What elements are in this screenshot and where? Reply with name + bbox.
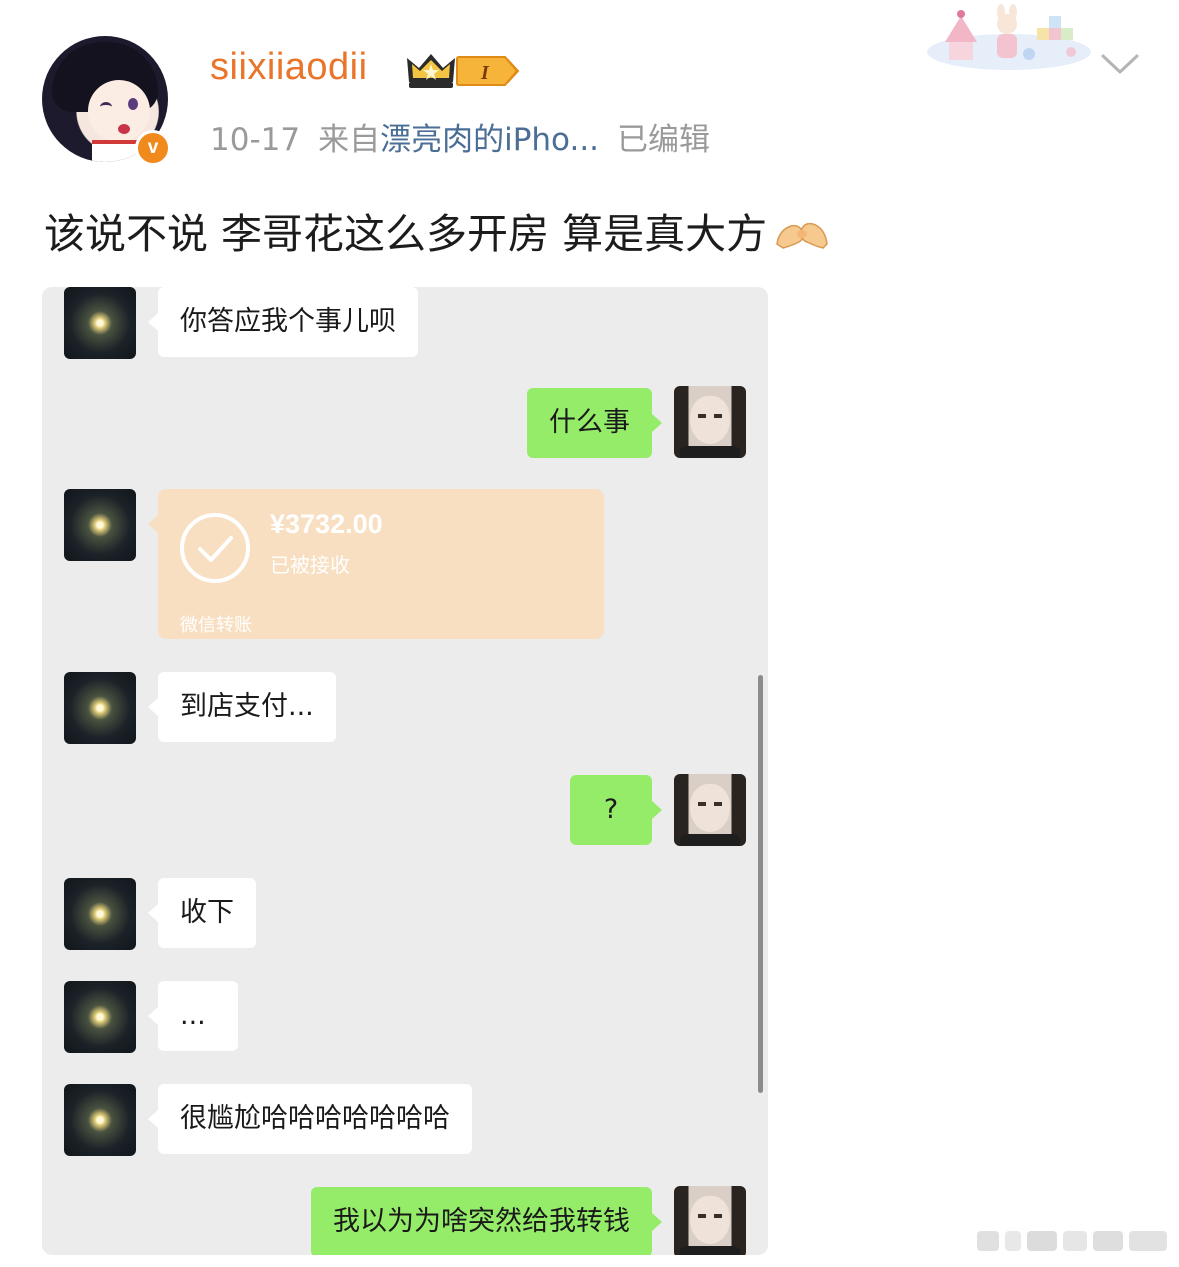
author-avatar[interactable]: v xyxy=(42,36,171,166)
message-bubble-right: 我以为为啥突然给我转钱 xyxy=(311,1187,662,1255)
chevron-down-icon[interactable] xyxy=(1100,52,1140,76)
contact-avatar xyxy=(64,981,136,1053)
transfer-amount: ¥3732.00 xyxy=(270,509,383,539)
post-meta: 10-17 来自漂亮肉的iPho... 已编辑 xyxy=(210,114,728,159)
message-bubble-right: ? xyxy=(570,775,662,845)
post-date: 10-17 xyxy=(210,122,301,158)
message-bubble-left: ... xyxy=(148,981,238,1051)
image-pager-indicator xyxy=(977,1231,1167,1251)
post-text: 该说不说 李哥花这么多开房 算是真大方 xyxy=(44,210,768,258)
message-bubble-left: 收下 xyxy=(148,878,256,948)
contact-avatar xyxy=(64,1084,136,1156)
edited-label[interactable]: 已编辑 xyxy=(617,122,710,158)
transfer-label: 微信转账 xyxy=(180,615,252,636)
decoration-sticker xyxy=(927,4,1091,70)
contact-avatar xyxy=(64,489,136,561)
source-prefix: 来自 xyxy=(318,122,381,158)
contact-avatar xyxy=(64,672,136,744)
crown-icon xyxy=(407,54,455,88)
contact-avatar xyxy=(64,287,136,359)
verified-badge-icon: v xyxy=(135,130,171,166)
contact-avatar xyxy=(64,878,136,950)
message-bubble-left: 你答应我个事儿呗 xyxy=(148,287,418,357)
chat-screenshot: 你答应我个事儿呗 什么事 ¥3732.00 已被接收 微信转账 到店支付... … xyxy=(42,287,768,1255)
svg-text:I: I xyxy=(480,62,490,84)
pinched-fingers-icon xyxy=(776,222,828,249)
message-bubble-left: 到店支付... xyxy=(148,672,336,742)
message-bubble-left: 很尴尬哈哈哈哈哈哈哈 xyxy=(148,1084,472,1154)
self-avatar xyxy=(674,1186,746,1255)
source-link[interactable]: 漂亮肉的iPho... xyxy=(380,122,599,158)
message-bubble-right: 什么事 xyxy=(527,388,662,458)
self-avatar xyxy=(674,774,746,846)
transfer-status: 已被接收 xyxy=(270,553,350,577)
level-badge[interactable]: I xyxy=(455,55,521,87)
self-avatar xyxy=(674,386,746,458)
post-body: 该说不说 李哥花这么多开房 算是真大方 xyxy=(44,200,831,260)
username[interactable]: siixiiaodii xyxy=(210,46,368,89)
scrollbar xyxy=(758,675,763,1093)
check-circle-icon xyxy=(180,513,250,583)
wechat-transfer-card[interactable]: ¥3732.00 已被接收 微信转账 xyxy=(148,489,604,639)
